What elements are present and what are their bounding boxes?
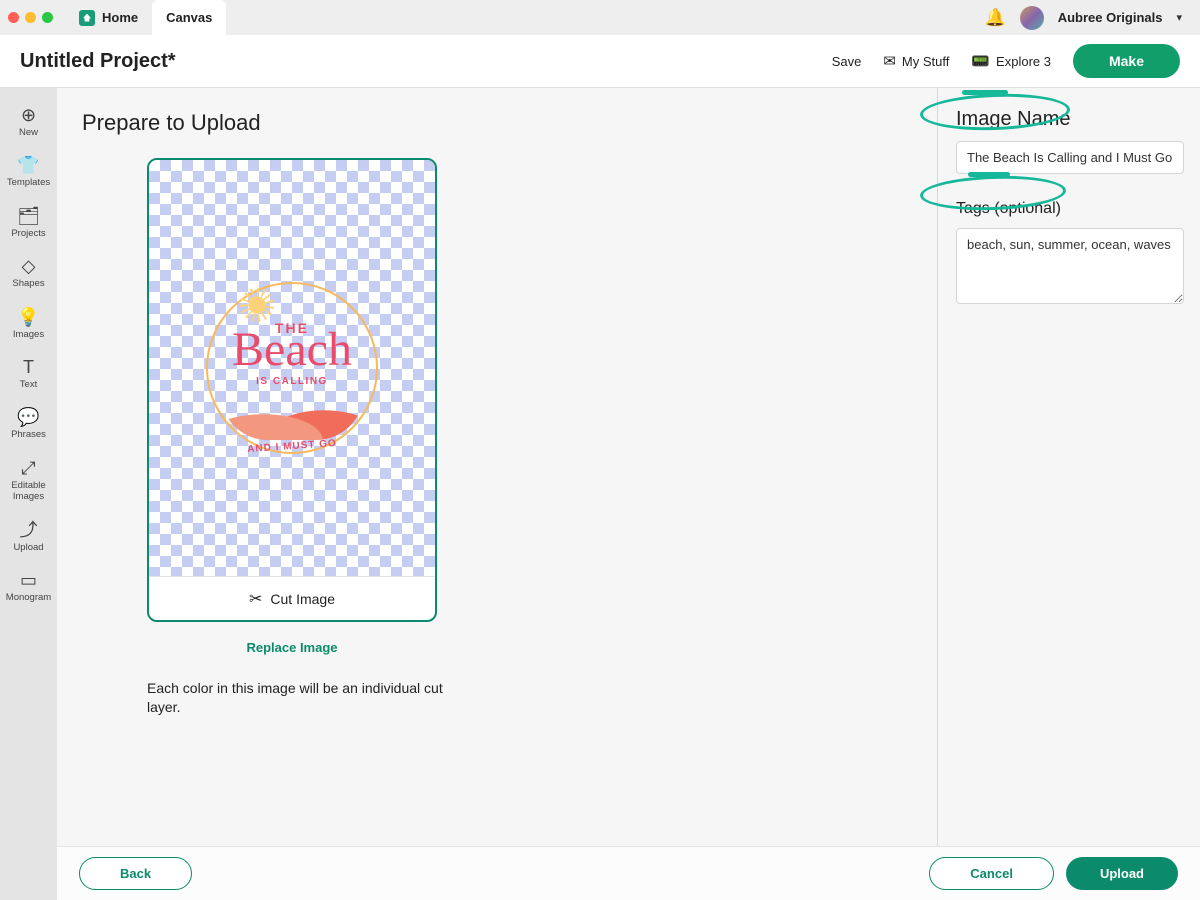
notifications-icon[interactable]: 🔔 <box>985 8 1006 28</box>
traffic-lights <box>8 12 53 23</box>
text-icon: T <box>23 358 34 376</box>
tags-label: Tags (optional) <box>956 200 1184 218</box>
sidebar-item-label: Shapes <box>12 278 44 289</box>
upload-preview-pane: Prepare to Upload THE Beach IS CALLING A… <box>57 88 937 900</box>
bulb-icon: 💡 <box>17 308 39 326</box>
chevron-down-icon[interactable]: ▾ <box>1176 11 1182 24</box>
back-button[interactable]: Back <box>79 857 192 890</box>
cut-image-label: Cut Image <box>270 591 335 607</box>
header-bar: Untitled Project* Save ✉ My Stuff 📟 Expl… <box>0 35 1200 88</box>
window-tabbar: Home Canvas 🔔 Aubree Originals ▾ <box>0 0 1200 35</box>
sidebar-item-monogram[interactable]: ▭ Monogram <box>0 563 57 613</box>
plus-circle-icon: ⊕ <box>21 106 36 124</box>
close-window-icon[interactable] <box>8 12 19 23</box>
sidebar-item-images[interactable]: 💡 Images <box>0 300 57 350</box>
sidebar-item-label: New <box>19 127 38 138</box>
my-stuff-link[interactable]: ✉ My Stuff <box>883 52 949 70</box>
sidebar-item-upload[interactable]: ⤴ Upload <box>0 513 57 563</box>
sidebar-item-label: Phrases <box>11 429 46 440</box>
sidebar-item-text[interactable]: T Text <box>0 350 57 400</box>
sidebar-item-label: Editable Images <box>11 480 45 503</box>
uploaded-artwork: THE Beach IS CALLING AND I MUST GO <box>202 278 382 458</box>
folder-icon: 🗂 <box>17 207 40 225</box>
left-sidebar: ⊕ New 👕 Templates 🗂 Projects ◇ Shapes 💡 … <box>0 88 57 900</box>
metadata-pane: Image Name Tags (optional) <box>938 88 1200 900</box>
tab-canvas-label: Canvas <box>166 10 212 25</box>
sidebar-item-editable-images[interactable]: ⤢ Editable Images <box>0 451 57 513</box>
username-label[interactable]: Aubree Originals <box>1058 10 1163 25</box>
image-name-input[interactable] <box>956 141 1184 174</box>
artwork-text-calling: IS CALLING <box>202 376 382 387</box>
sidebar-item-projects[interactable]: 🗂 Projects <box>0 199 57 249</box>
tab-canvas[interactable]: Canvas <box>152 0 226 35</box>
machine-label: Explore 3 <box>996 54 1051 69</box>
artwork-text-beach: Beach <box>202 326 382 374</box>
scissors-icon: ✂ <box>249 589 262 609</box>
upload-icon: ⤴ <box>20 521 38 539</box>
resize-icon: ⤢ <box>21 459 35 477</box>
image-preview-card: THE Beach IS CALLING AND I MUST GO ✂ Cut… <box>147 158 437 622</box>
replace-image-link[interactable]: Replace Image <box>147 640 437 655</box>
make-button[interactable]: Make <box>1073 44 1180 78</box>
maximize-window-icon[interactable] <box>42 12 53 23</box>
cancel-button[interactable]: Cancel <box>929 857 1054 890</box>
machine-selector[interactable]: 📟 Explore 3 <box>971 52 1051 70</box>
sidebar-item-label: Images <box>13 329 44 340</box>
home-icon <box>79 10 95 26</box>
sidebar-item-label: Templates <box>7 177 50 188</box>
content-area: Prepare to Upload THE Beach IS CALLING A… <box>57 88 1200 900</box>
footer-bar: Back Cancel Upload <box>57 846 1200 900</box>
speech-icon: 💬 <box>17 408 39 426</box>
machine-icon: 📟 <box>971 52 990 70</box>
sidebar-item-label: Text <box>20 379 37 390</box>
tab-home-label: Home <box>102 10 138 25</box>
avatar[interactable] <box>1020 6 1044 30</box>
sidebar-item-new[interactable]: ⊕ New <box>0 98 57 148</box>
tshirt-icon: 👕 <box>17 156 39 174</box>
sidebar-item-label: Monogram <box>6 592 51 603</box>
sidebar-item-label: Upload <box>13 542 43 553</box>
sidebar-item-phrases[interactable]: 💬 Phrases <box>0 400 57 450</box>
monogram-icon: ▭ <box>20 571 37 589</box>
my-stuff-label: My Stuff <box>902 54 949 69</box>
page-title: Prepare to Upload <box>82 110 937 136</box>
sidebar-item-label: Projects <box>11 228 45 239</box>
sidebar-item-shapes[interactable]: ◇ Shapes <box>0 249 57 299</box>
sun-icon <box>240 288 274 322</box>
tags-input[interactable] <box>956 228 1184 304</box>
minimize-window-icon[interactable] <box>25 12 36 23</box>
project-title[interactable]: Untitled Project* <box>20 50 176 73</box>
image-preview: THE Beach IS CALLING AND I MUST GO <box>149 160 435 576</box>
upload-button[interactable]: Upload <box>1066 857 1178 890</box>
envelope-icon: ✉ <box>883 52 896 70</box>
sidebar-item-templates[interactable]: 👕 Templates <box>0 148 57 198</box>
main-area: ⊕ New 👕 Templates 🗂 Projects ◇ Shapes 💡 … <box>0 88 1200 900</box>
tab-home[interactable]: Home <box>65 0 152 35</box>
annotation-stroke <box>962 90 1008 95</box>
save-button[interactable]: Save <box>832 54 862 69</box>
shapes-icon: ◇ <box>22 257 36 275</box>
image-name-label: Image Name <box>956 108 1184 131</box>
layer-hint-text: Each color in this image will be an indi… <box>147 679 457 717</box>
cut-image-button[interactable]: ✂ Cut Image <box>149 576 435 620</box>
